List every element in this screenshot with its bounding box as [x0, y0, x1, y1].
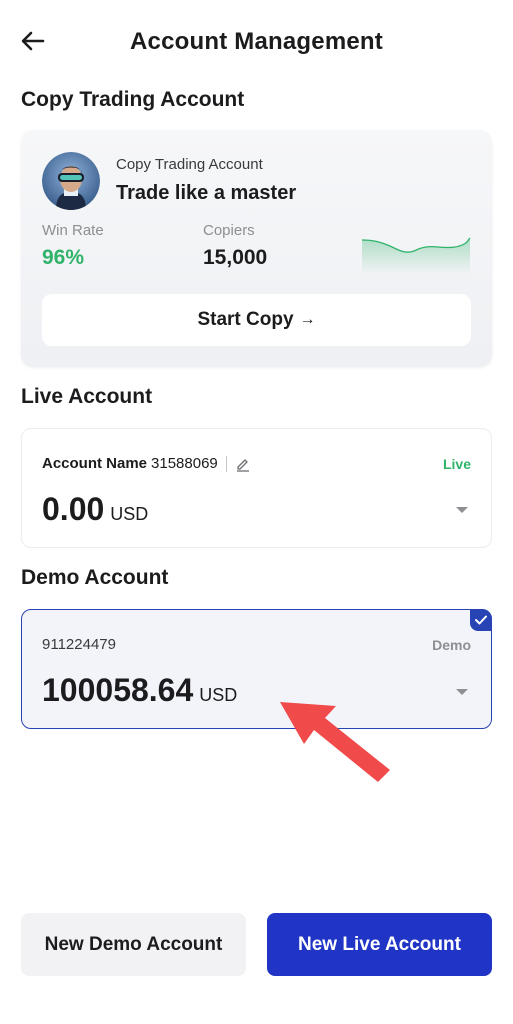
app-header: Account Management [0, 0, 513, 84]
new-demo-account-button[interactable]: New Demo Account [21, 913, 246, 976]
chevron-down-icon[interactable] [455, 505, 469, 515]
account-name-row: Account Name 31588069 [42, 455, 251, 472]
page-title: Account Management [130, 28, 383, 55]
copy-card-title: Trade like a master [116, 182, 297, 204]
demo-account-card[interactable]: 911224479 Demo 100058.64 USD [21, 609, 492, 729]
red-pointer-arrow-icon [280, 702, 390, 782]
win-rate-label: Win Rate [42, 222, 104, 239]
edit-pencil-icon[interactable] [235, 456, 251, 472]
live-balance-currency: USD [110, 504, 149, 524]
chevron-down-icon[interactable] [455, 687, 469, 697]
live-balance-amount: 0.00 [42, 491, 105, 527]
copy-card-subtitle: Copy Trading Account [116, 156, 263, 173]
win-rate-value: 96% [42, 246, 85, 269]
live-account-card[interactable]: Account Name 31588069 Live 0.00 USD [21, 428, 492, 548]
copy-trading-section-title: Copy Trading Account [21, 88, 245, 111]
avatar [42, 152, 100, 210]
live-account-number: 31588069 [151, 455, 218, 472]
start-copy-label: Start Copy [197, 309, 294, 330]
start-copy-button[interactable]: Start Copy → [42, 294, 471, 346]
arrow-right-icon: → [299, 311, 316, 328]
divider [225, 455, 227, 472]
demo-section-title: Demo Account [21, 566, 169, 589]
live-tag: Live [442, 456, 471, 472]
demo-balance-currency: USD [199, 685, 238, 705]
demo-balance: 100058.64 USD [42, 672, 237, 709]
live-section-title: Live Account [21, 385, 153, 408]
copiers-value: 15,000 [203, 246, 268, 269]
demo-tag: Demo [432, 637, 471, 653]
sparkline-chart [362, 237, 471, 274]
new-live-account-button[interactable]: New Live Account [267, 913, 492, 976]
copy-trading-card[interactable]: Copy Trading Account Trade like a master… [21, 130, 492, 367]
demo-balance-amount: 100058.64 [42, 672, 194, 708]
copiers-label: Copiers [203, 222, 255, 239]
account-name-label: Account Name [42, 455, 148, 472]
demo-account-number: 911224479 [42, 636, 116, 653]
live-balance: 0.00 USD [42, 491, 148, 528]
checkmark-icon [470, 609, 492, 631]
